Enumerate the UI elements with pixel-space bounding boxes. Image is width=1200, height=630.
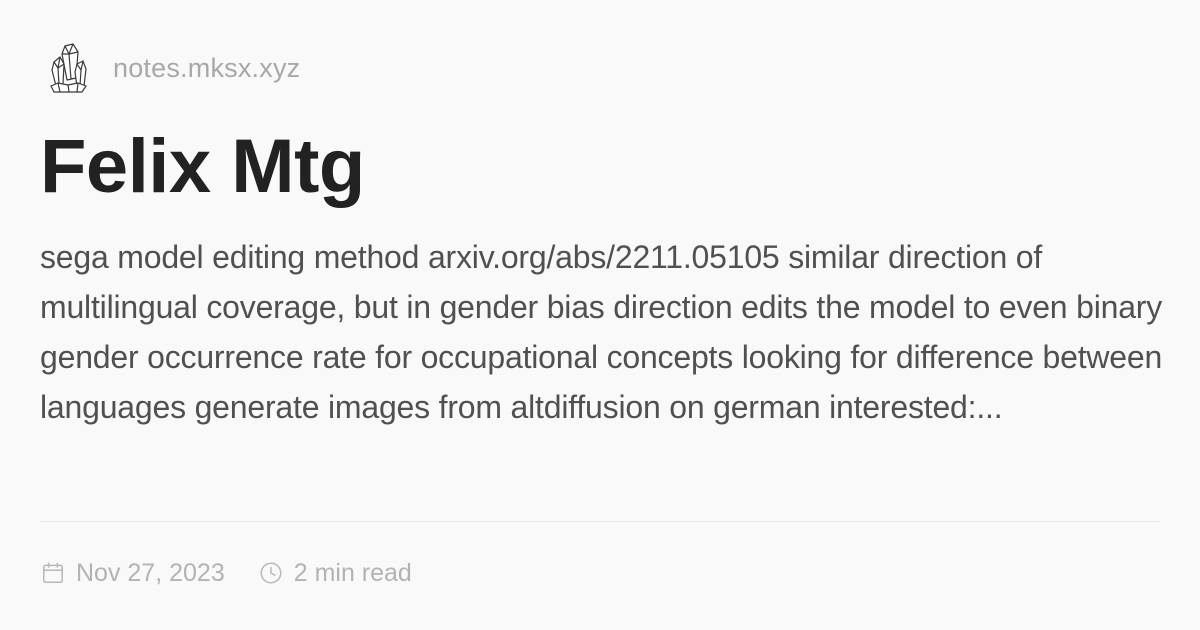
post-date-text: Nov 27, 2023 bbox=[76, 558, 225, 587]
og-preview-card: notes.mksx.xyz Felix Mtg sega model edit… bbox=[0, 0, 1200, 630]
post-excerpt: sega model editing method arxiv.org/abs/… bbox=[40, 239, 1163, 425]
calendar-icon bbox=[43, 562, 63, 583]
post-date: Nov 27, 2023 bbox=[40, 559, 225, 588]
crystal-cluster-icon bbox=[50, 43, 87, 93]
site-header[interactable]: notes.mksx.xyz bbox=[48, 42, 300, 94]
site-name[interactable]: notes.mksx.xyz bbox=[113, 53, 300, 84]
post-read-time-text: 2 min read bbox=[293, 558, 412, 587]
post-meta: Nov 27, 2023 2 min read bbox=[40, 553, 412, 593]
divider bbox=[40, 521, 1160, 522]
post-read-time: 2 min read bbox=[258, 559, 412, 588]
post-title: Felix Mtg bbox=[40, 124, 365, 209]
clock-icon bbox=[260, 562, 282, 584]
